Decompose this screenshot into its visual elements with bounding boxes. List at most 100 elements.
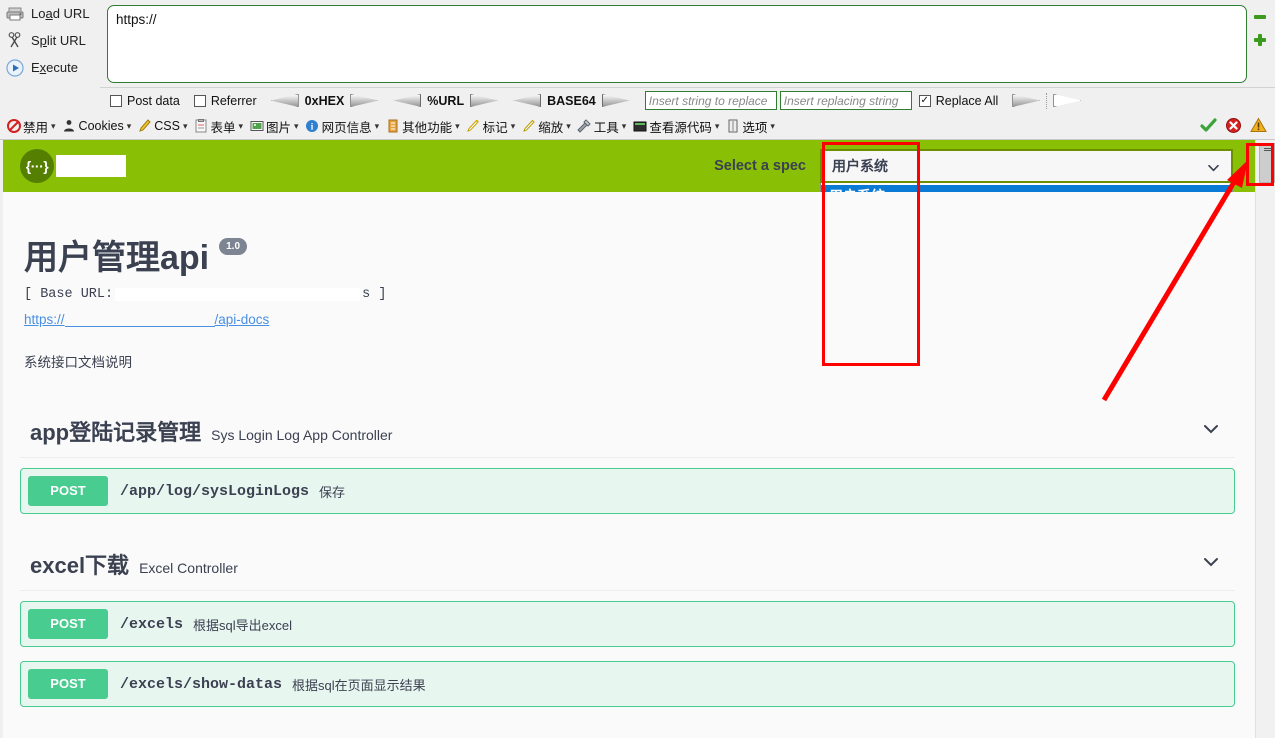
api-docs-link[interactable]: https:// /api-docs [24,312,1255,327]
replace-from-input[interactable]: Insert string to replace [644,91,777,110]
scissors-icon [5,31,24,50]
load-url-label: Load URL [31,6,90,21]
css-icon [137,119,152,134]
load-url-button[interactable]: Load URL [0,0,100,27]
page-left-edge [0,140,3,738]
replace-all-label: Replace All [935,93,999,108]
menu-item-page-info[interactable]: i 网页信息 ▾ [302,115,383,137]
spec-select-value: 用户系统 [832,158,888,174]
url-encode-arrow-icon[interactable] [470,94,499,107]
replace-clear-arrow-icon[interactable] [1053,94,1082,107]
api-section: excel下载 Excel Controller POST /excels 根据… [20,538,1235,707]
version-badge: 1.0 [219,238,248,255]
menu-item-images[interactable]: 图片 ▾ [246,115,302,137]
http-method-badge: POST [28,669,108,699]
tools-icon [577,119,592,134]
chevron-down-icon: ▾ [126,120,132,131]
menu-label: 其他功能 [402,120,453,135]
menu-item-forms[interactable]: 表单 ▾ [190,115,246,137]
menu-item-outline[interactable]: 标记 ▾ [463,115,519,137]
api-docs-link-redacted [64,313,215,327]
menu-label: 缩放 [538,120,564,135]
api-title-text: 用户管理api [24,239,210,277]
hex-encode-arrow-icon[interactable] [350,94,379,107]
base64-decode-arrow-icon[interactable] [513,94,542,107]
base-url-prefix: [ Base URL: [24,287,114,302]
api-docs-link-prefix: https:// [24,312,65,327]
menu-item-misc[interactable]: 其他功能 ▾ [382,115,463,137]
chevron-down-icon [1208,161,1219,172]
split-url-label: Split URL [31,33,86,48]
operation-row[interactable]: POST /app/log/sysLoginLogs 保存 [20,468,1235,514]
operation-path: /app/log/sysLoginLogs [120,482,310,500]
swagger-body: 用户管理api 1.0 [ Base URL: s ] https:// /ap… [0,192,1255,738]
execute-label: Execute [31,60,78,75]
base-url: [ Base URL: s ] [24,287,1255,302]
chevron-down-icon: ▾ [51,120,56,131]
menu-item-view-source[interactable]: 查看源代码 ▾ [629,115,722,137]
swagger-topbar: {···} Select a spec 用户系统 用户系统 资产系统 流程系统 … [0,140,1255,364]
extension-toolbar: Load URL Split URL Execute https:// [0,0,1275,88]
validation-warning-icon[interactable] [1250,117,1267,134]
execute-button[interactable]: Execute [0,54,100,81]
menu-label: 工具 [593,120,619,135]
section-header[interactable]: excel下载 Excel Controller [20,538,1235,591]
spec-select[interactable]: 用户系统 [820,149,1233,183]
post-data-label: Post data [127,93,180,108]
validation-error-icon[interactable] [1225,117,1242,134]
page-scrollbar[interactable] [1255,140,1275,738]
referrer-box [193,94,206,107]
divider [1046,92,1048,109]
source-icon [632,119,647,134]
split-url-button[interactable]: Split URL [0,27,100,54]
operation-row[interactable]: POST /excels 根据sql导出excel [20,601,1235,647]
menu-item-options[interactable]: 选项 ▾ [722,115,778,137]
menu-item-cookies[interactable]: Cookies ▾ [59,115,135,137]
section-subtitle: Excel Controller [139,560,238,576]
menu-item-disable[interactable]: 禁用 ▾ [3,115,59,137]
post-data-box [110,94,122,107]
replace-to-input[interactable]: Insert replacing string [779,91,912,110]
operation-row[interactable]: POST /excels/show-datas 根据sql在页面显示结果 [20,661,1235,707]
plus-button[interactable] [1253,33,1267,46]
url-decode-arrow-icon[interactable] [393,94,422,107]
extension-options-row: Post data Referrer 0xHEX %URL BASE64 Ins… [0,88,1275,113]
menu-item-css[interactable]: CSS ▾ [134,115,190,137]
misc-icon [385,119,400,134]
menu-item-resize[interactable]: 缩放 ▾ [518,115,574,137]
section-header[interactable]: app登陆记录管理 Sys Login Log App Controller [20,405,1235,458]
chevron-down-icon: ▾ [182,120,188,131]
menu-item-tools[interactable]: 工具 ▾ [574,115,630,137]
menu-label: 图片 [266,120,292,135]
play-icon [5,58,24,77]
menu-label: 查看源代码 [649,120,712,135]
menu-label: 选项 [742,120,768,135]
minus-button[interactable] [1253,10,1267,23]
url-input[interactable]: https:// [107,5,1247,83]
hex-label: 0xHEX [304,93,345,108]
referrer-checkbox[interactable]: Referrer [193,93,257,108]
validation-ok-icon[interactable] [1200,117,1217,134]
operation-summary: 保存 [319,484,346,500]
api-docs-link-suffix: /api-docs [214,312,270,327]
swagger-braces-icon: {···} [20,149,54,183]
swagger-logo[interactable]: {···} [20,149,126,183]
menu-label: CSS [154,119,180,133]
page-scrollbar-thumb[interactable] [1259,143,1275,183]
chevron-down-icon[interactable] [1201,419,1221,439]
hex-decode-arrow-icon[interactable] [270,94,299,107]
chevron-down-icon: ▾ [374,120,380,131]
referrer-label: Referrer [210,93,257,108]
logo-text-redacted [56,155,126,177]
menu-label: 禁用 [23,120,49,135]
http-method-badge: POST [28,609,108,639]
options-icon [725,119,740,134]
replace-apply-arrow-icon[interactable] [1012,94,1041,107]
section-subtitle: Sys Login Log App Controller [211,427,393,443]
api-info-block: 用户管理api 1.0 [ Base URL: s ] https:// /ap… [0,192,1255,371]
replace-all-checkbox[interactable]: ✓ Replace All [918,93,999,108]
menu-label: 标记 [482,120,508,135]
post-data-checkbox[interactable]: Post data [110,94,180,108]
chevron-down-icon[interactable] [1201,552,1221,572]
base64-encode-arrow-icon[interactable] [601,94,630,107]
